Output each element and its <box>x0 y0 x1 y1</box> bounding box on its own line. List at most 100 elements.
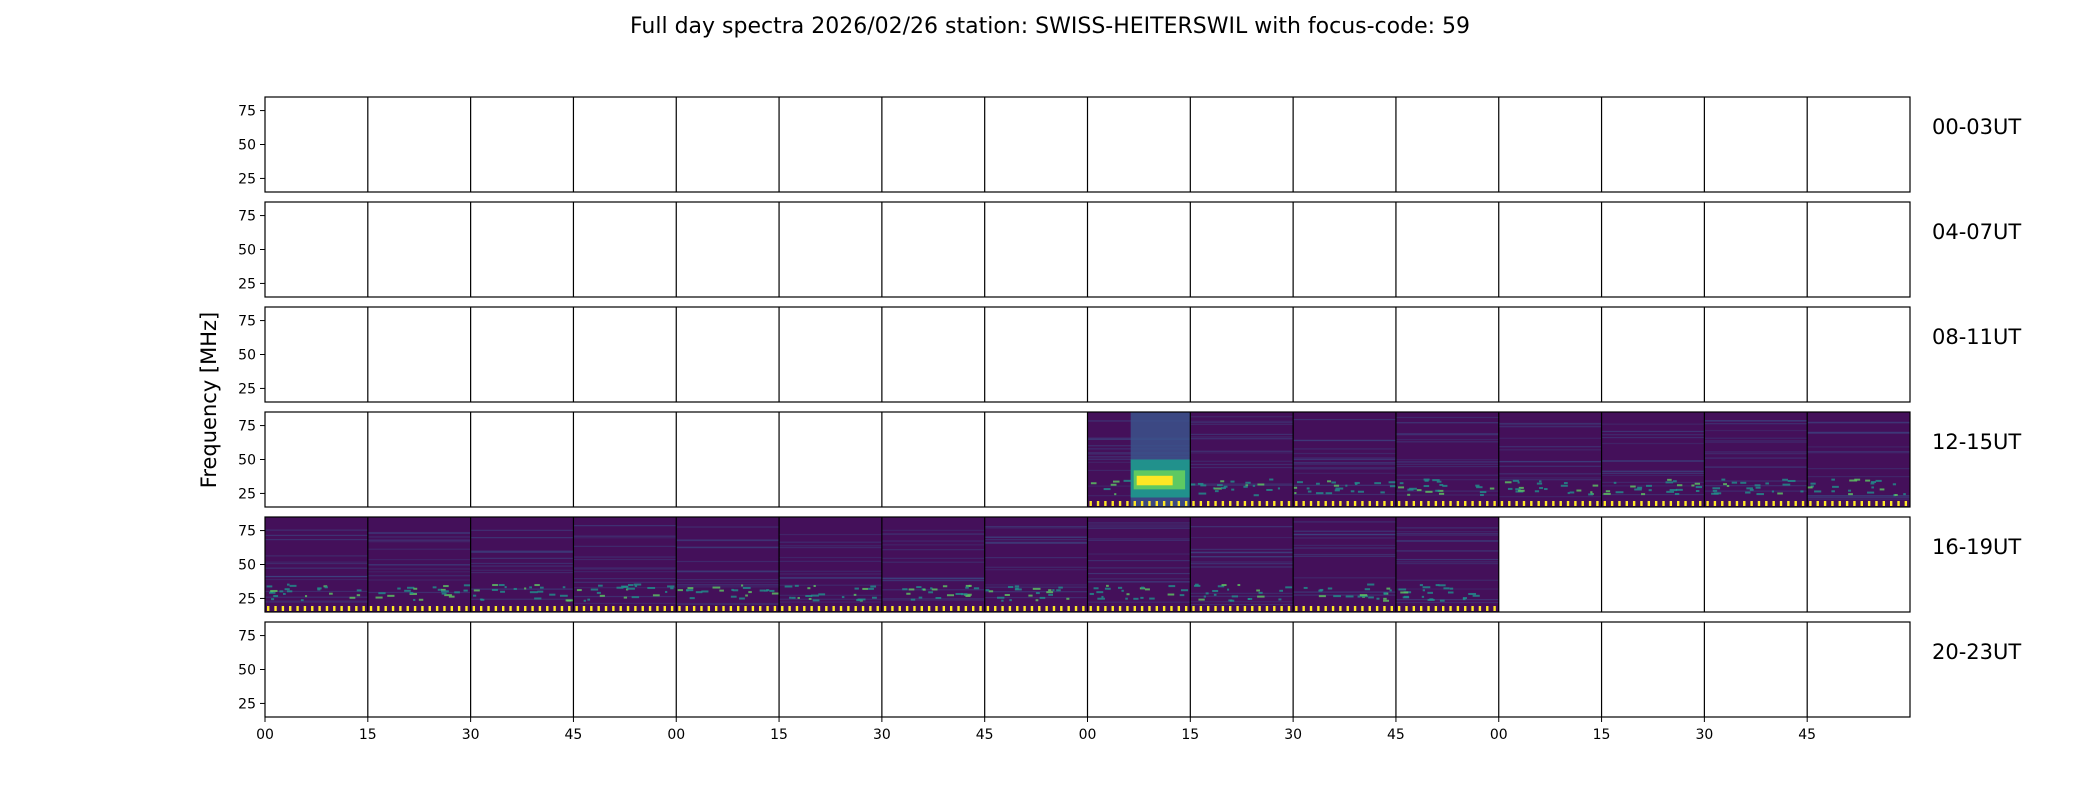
emission-mark <box>1110 483 1117 486</box>
calibration-mark <box>685 606 688 611</box>
calibration-mark <box>1383 606 1386 611</box>
emission-mark <box>1256 589 1260 592</box>
emission-mark <box>633 583 642 586</box>
calibration-mark <box>891 606 894 611</box>
emission-mark <box>406 586 415 589</box>
emission-mark <box>841 596 845 599</box>
calibration-mark <box>1331 606 1335 611</box>
calibration-mark <box>1060 606 1063 611</box>
spectrum-texture <box>1293 458 1396 461</box>
calibration-mark <box>1442 606 1445 611</box>
emission-mark <box>1247 598 1251 601</box>
spectrum-texture <box>265 529 368 531</box>
spectrum-texture <box>1293 440 1396 442</box>
emission-mark <box>667 585 675 588</box>
spectrum-texture <box>1190 433 1294 435</box>
spectrum-texture <box>1293 452 1396 455</box>
calibration-mark <box>1192 501 1195 506</box>
emission-mark <box>1512 479 1519 482</box>
y-tick-label: 75 <box>238 629 256 645</box>
calibration-mark <box>1434 606 1438 611</box>
emission-mark <box>764 589 768 592</box>
calibration-mark <box>1140 606 1144 611</box>
emission-mark <box>1771 490 1775 493</box>
spectrum-texture <box>1293 591 1396 593</box>
calibration-mark <box>927 606 931 611</box>
emission-mark <box>1104 587 1108 590</box>
emission-mark <box>1035 599 1039 602</box>
emission-mark <box>1544 488 1548 491</box>
emission-mark <box>1103 488 1111 491</box>
calibration-mark <box>1207 606 1210 611</box>
x-tick-label: 15 <box>359 727 377 743</box>
spectrum-texture <box>1293 577 1396 579</box>
emission-mark <box>771 592 780 595</box>
spectrum-texture <box>1807 422 1910 424</box>
calibration-mark <box>949 606 953 611</box>
spectrum-texture <box>1293 533 1396 535</box>
emission-mark <box>1712 489 1718 492</box>
calibration-mark <box>1434 501 1438 506</box>
emission-mark <box>1227 588 1230 591</box>
calibration-mark <box>582 606 586 611</box>
spectrum-texture <box>1190 526 1294 528</box>
calibration-mark <box>1530 501 1533 506</box>
calibration-mark <box>1177 606 1181 611</box>
calibration-mark <box>1581 501 1584 506</box>
emission-mark <box>1279 589 1284 592</box>
calibration-mark <box>1361 606 1364 611</box>
emission-mark <box>916 586 922 589</box>
calibration-mark <box>656 606 659 611</box>
emission-mark <box>1726 484 1730 487</box>
emission-mark <box>784 585 793 588</box>
spectrum-texture <box>779 570 882 572</box>
spectrum-panel <box>779 517 882 612</box>
spectrum-texture <box>470 537 574 539</box>
emission-mark <box>1800 490 1804 493</box>
emission-mark <box>739 597 745 600</box>
emission-mark <box>665 590 668 593</box>
spectrum-texture <box>1601 460 1705 462</box>
emission-mark <box>1230 480 1235 483</box>
calibration-mark <box>1801 501 1805 506</box>
emission-mark <box>1782 483 1791 486</box>
emission-mark <box>1212 589 1219 592</box>
emission-mark <box>1032 587 1041 590</box>
emission-mark <box>1380 491 1385 494</box>
calibration-mark <box>333 606 336 611</box>
emission-mark <box>870 585 877 588</box>
emission-mark <box>1749 488 1754 491</box>
spectrum-texture <box>1395 531 1499 533</box>
emission-mark <box>534 597 542 600</box>
emission-mark <box>1472 594 1480 597</box>
calibration-mark <box>759 606 762 611</box>
calibration-mark <box>1111 606 1114 611</box>
emission-mark <box>965 584 971 587</box>
spectrum-texture <box>676 560 780 563</box>
y-tick-label: 50 <box>238 453 256 469</box>
emission-mark <box>1518 489 1525 492</box>
calibration-mark <box>1096 606 1100 611</box>
calibration-mark <box>1427 606 1430 611</box>
emission-mark <box>1383 599 1390 602</box>
calibration-mark <box>1816 501 1819 506</box>
spectrum-panel <box>1704 412 1808 507</box>
emission-mark <box>1416 489 1422 492</box>
emission-mark <box>1257 595 1265 598</box>
emission-mark <box>812 599 820 602</box>
spectrum-texture <box>265 600 368 602</box>
calibration-mark <box>1192 606 1195 611</box>
emission-mark <box>409 591 414 594</box>
calibration-mark <box>883 606 887 611</box>
emission-mark <box>647 586 656 589</box>
calibration-mark <box>1023 606 1026 611</box>
emission-mark <box>1814 490 1822 493</box>
calibration-mark <box>692 606 696 611</box>
spectrum-texture <box>881 549 985 551</box>
spectrum-texture <box>881 533 985 535</box>
calibration-mark <box>1339 501 1342 506</box>
calibration-mark <box>1728 501 1731 506</box>
spectrum-texture <box>984 566 1088 568</box>
spectrum-texture <box>1807 451 1910 453</box>
spectrum-texture <box>1498 473 1602 475</box>
